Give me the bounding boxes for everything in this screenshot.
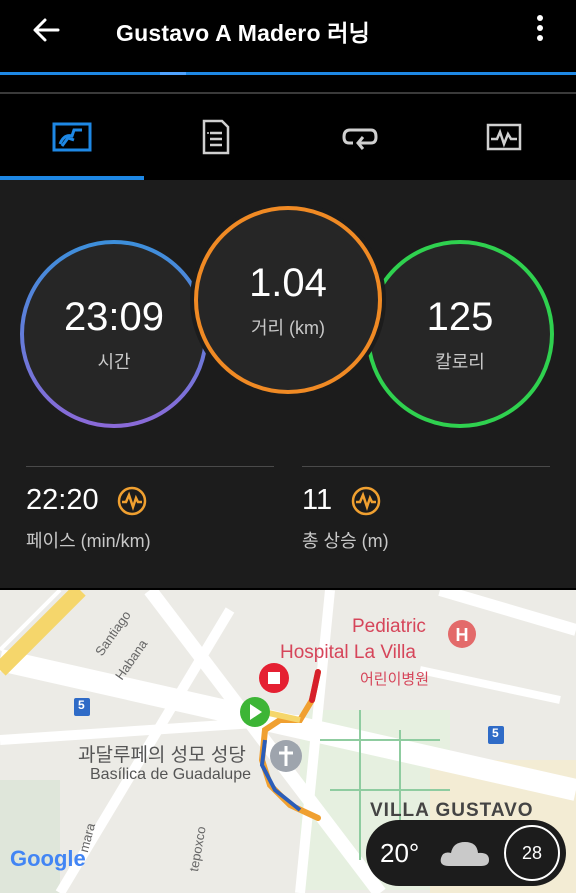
arrow-left-icon[interactable] bbox=[28, 12, 64, 48]
pace-stat: 22:20 페이스 (min/km) bbox=[26, 484, 151, 553]
distance-stat: 1.04 거리 (km) bbox=[188, 200, 388, 400]
poi-hospital-line2: Hospital La Villa bbox=[280, 642, 416, 663]
poi-basilica: Basílica de Guadalupe bbox=[90, 766, 251, 783]
poi-hospital-line1: Pediatric bbox=[352, 616, 426, 637]
district-label: VILLA GUSTAVO bbox=[370, 800, 534, 821]
distance-label: 거리 (km) bbox=[250, 317, 326, 338]
distance-value: 1.04 bbox=[249, 260, 327, 305]
ascent-label: 총 상승 (m) bbox=[302, 531, 389, 551]
header-accent-line bbox=[0, 72, 576, 75]
calories-label: 칼로리 bbox=[435, 351, 485, 372]
calories-value: 125 bbox=[426, 294, 494, 339]
badge-value: 28 bbox=[521, 842, 543, 863]
ascent-value: 11 bbox=[302, 484, 333, 516]
time-value: 23:09 bbox=[63, 294, 165, 339]
google-logo: Google bbox=[10, 846, 86, 871]
pace-label: 페이스 (min/km) bbox=[26, 531, 151, 551]
pulse-badge-icon[interactable] bbox=[351, 486, 381, 516]
temperature: 20° bbox=[380, 837, 420, 868]
ascent-stat: 11 총 상승 (m) bbox=[302, 484, 389, 553]
calories-stat: 125 칼로리 bbox=[362, 236, 558, 432]
stats-panel: 23:09 시간 125 칼로리 1.04 거리 (km) 22:20 페이스 … bbox=[0, 180, 576, 588]
divider bbox=[302, 466, 550, 467]
route-map[interactable]: H 5 5 Pediatric Hospital La Villa 어린이병원 … bbox=[0, 590, 576, 893]
page-title: Gustavo A Madero 러닝 bbox=[116, 20, 371, 46]
tab-charts[interactable] bbox=[432, 94, 576, 180]
divider bbox=[26, 466, 274, 467]
pace-value: 22:20 bbox=[26, 484, 99, 516]
loop-arrow-icon bbox=[342, 128, 378, 150]
weather-pill[interactable]: 20° 28 bbox=[366, 820, 566, 886]
svg-text:H: H bbox=[456, 625, 469, 645]
poi-basilica-kr: 과달루페의 성모 성당 bbox=[78, 745, 246, 766]
route-shield-5: 5 bbox=[78, 698, 85, 712]
app-bar: Gustavo A Madero 러닝 bbox=[0, 0, 576, 72]
tab-details[interactable] bbox=[144, 94, 288, 180]
pulse-badge-icon[interactable] bbox=[117, 486, 147, 516]
time-label: 시간 bbox=[97, 351, 131, 372]
tab-laps[interactable] bbox=[288, 94, 432, 180]
poi-hospital-kr: 어린이병원 bbox=[360, 671, 430, 688]
tab-overview[interactable] bbox=[0, 94, 144, 180]
tab-bar bbox=[0, 94, 576, 180]
document-list-icon bbox=[202, 119, 230, 155]
pulse-chart-icon bbox=[486, 123, 522, 151]
weather-badge: 28 bbox=[504, 825, 560, 881]
more-vertical-icon[interactable] bbox=[528, 12, 552, 44]
time-stat: 23:09 시간 bbox=[16, 236, 212, 432]
stats-overview-icon bbox=[52, 122, 92, 152]
cloud-icon bbox=[440, 842, 490, 866]
route-shield-5: 5 bbox=[492, 726, 499, 740]
